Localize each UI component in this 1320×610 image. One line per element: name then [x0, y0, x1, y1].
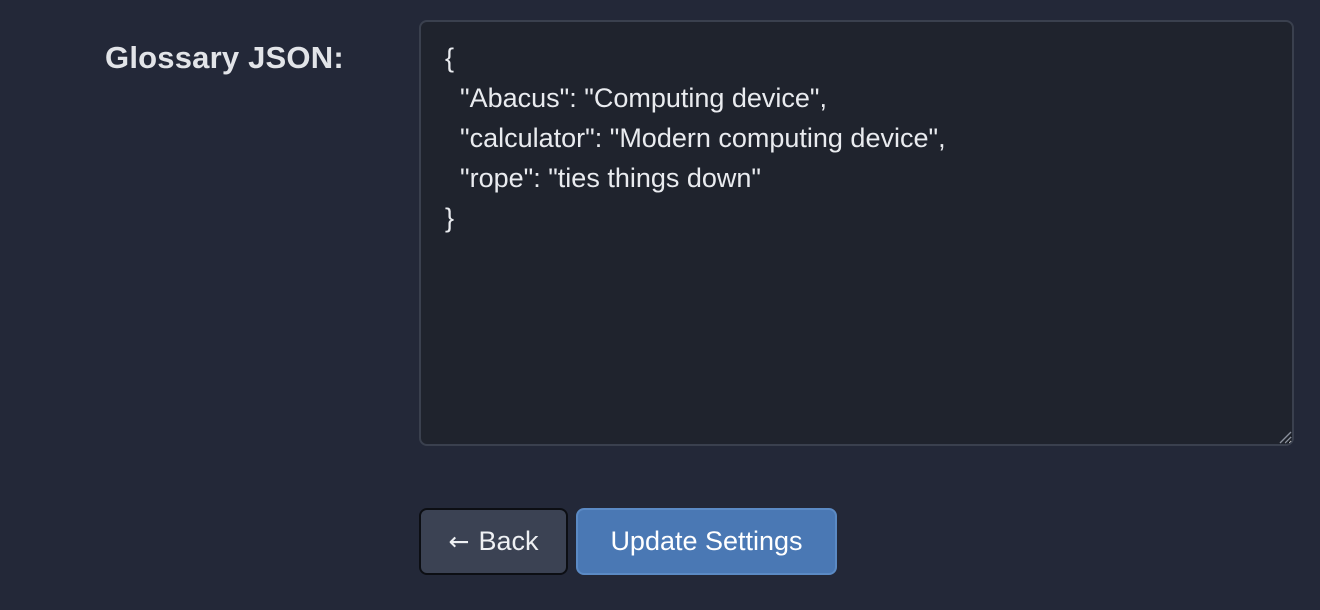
- resize-handle-icon[interactable]: [1278, 430, 1292, 444]
- glossary-json-textarea[interactable]: { "Abacus": "Computing device", "calcula…: [419, 20, 1294, 446]
- arrow-left-icon: ←: [448, 527, 470, 556]
- update-settings-label: Update Settings: [610, 526, 803, 556]
- glossary-json-label: Glossary JSON:: [105, 40, 344, 75]
- back-button[interactable]: ← Back: [419, 508, 568, 575]
- update-settings-button[interactable]: Update Settings: [576, 508, 837, 575]
- back-button-label: Back: [478, 526, 539, 556]
